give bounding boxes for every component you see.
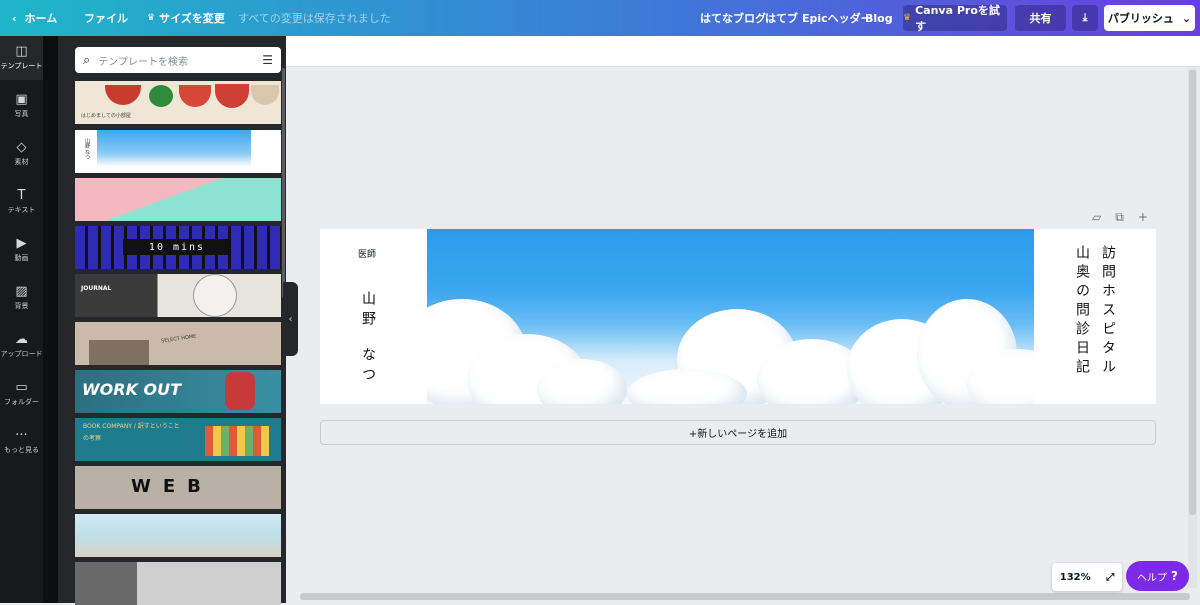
template-caption: BOOK COMPANY / 訳すということの考察 bbox=[83, 423, 180, 442]
sidebar-item-text[interactable]: T テキスト bbox=[0, 180, 43, 224]
top-bar: ‹ ホーム ファイル ♛ サイズを変更 すべての変更は保存されました はてなブロ… bbox=[0, 0, 1200, 36]
save-status: すべての変更は保存されました bbox=[238, 12, 391, 25]
template-thumbnail[interactable]: JOURNAL bbox=[75, 274, 281, 317]
sidebar-item-photos[interactable]: ▣ 写真 bbox=[0, 84, 43, 128]
template-thumbnail[interactable]: BOOK COMPANY / 訳すということの考察 bbox=[75, 418, 281, 461]
jars-image bbox=[89, 340, 149, 365]
design-title-main: 訪問ホスピタル bbox=[1100, 245, 1116, 378]
panel-scrollbar[interactable] bbox=[282, 68, 285, 298]
template-caption: WORK OUT bbox=[82, 380, 182, 399]
note-icon[interactable]: ▱ bbox=[1092, 210, 1101, 225]
template-thumbnail[interactable]: 10 mins bbox=[75, 226, 281, 269]
expand-icon[interactable]: ⤢ bbox=[1106, 572, 1114, 583]
background-icon: ▨ bbox=[15, 284, 28, 299]
download-icon: ⤓ bbox=[1082, 11, 1088, 24]
search-placeholder: テンプレートを検索 bbox=[98, 56, 188, 68]
editor-toolbar bbox=[286, 36, 1200, 67]
chevron-down-icon: ⌄ bbox=[1181, 11, 1192, 25]
search-input[interactable]: ⌕ テンプレートを検索 ☰ bbox=[75, 47, 281, 73]
text-icon: T bbox=[17, 188, 26, 203]
bowl-illustration bbox=[105, 85, 141, 105]
template-thumbnail[interactable] bbox=[75, 514, 281, 557]
template-caption: WEB bbox=[131, 476, 213, 497]
sidebar-item-folder[interactable]: ▭ フォルダー bbox=[0, 372, 43, 416]
sky-cloud-image bbox=[427, 229, 1034, 404]
duplicate-icon[interactable]: ⧉ bbox=[1115, 210, 1124, 225]
name-given: 山野 bbox=[360, 291, 376, 331]
runner-image bbox=[225, 372, 255, 410]
link-blog[interactable]: Blog bbox=[865, 0, 893, 36]
templates-icon: ◫ bbox=[15, 44, 28, 59]
template-caption: 山野 なつ bbox=[84, 138, 90, 160]
chevron-left-icon: ‹ bbox=[12, 11, 17, 25]
canva-pro-button[interactable]: ♛ Canva Proを試す bbox=[903, 4, 1007, 33]
template-thumbnail[interactable]: WORK OUT bbox=[75, 370, 281, 413]
file-menu[interactable]: ファイル bbox=[84, 0, 128, 36]
crown-icon: ♛ bbox=[903, 13, 912, 23]
bowl-illustration bbox=[149, 85, 173, 107]
template-thumbnail[interactable]: WEB bbox=[75, 466, 281, 509]
publish-button[interactable]: パブリッシュ ⌄ bbox=[1104, 5, 1195, 31]
elements-icon: ◇ bbox=[16, 140, 27, 155]
search-icon: ⌕ bbox=[83, 52, 91, 68]
folder-icon: ▭ bbox=[15, 380, 28, 395]
zoom-control[interactable]: 132% ⤢ bbox=[1052, 563, 1122, 591]
link-hatena-blog[interactable]: はてなブログ bbox=[700, 0, 766, 36]
rail-divider bbox=[43, 36, 58, 603]
sky-image bbox=[97, 130, 251, 173]
sidebar: ◫ テンプレート ▣ 写真 ◇ 素材 T テキスト ▶ 動画 ▨ 背景 ☁ アッ… bbox=[0, 36, 43, 603]
design-page[interactable]: 医師 山野 なつ 訪問ホスピタル 山奥の問診日記 bbox=[320, 229, 1156, 404]
crown-icon: ♛ bbox=[147, 13, 156, 23]
template-caption: SELECT HOME bbox=[160, 333, 197, 345]
template-thumbnail[interactable]: SELECT HOME bbox=[75, 322, 281, 365]
upload-icon: ☁ bbox=[15, 332, 28, 347]
canvas-horizontal-scrollbar[interactable] bbox=[300, 593, 1190, 600]
zoom-level[interactable]: 132% bbox=[1060, 572, 1091, 583]
sidebar-item-more[interactable]: ··· もっと見る bbox=[0, 420, 43, 464]
role-label: 医師 bbox=[358, 250, 377, 260]
sidebar-item-video[interactable]: ▶ 動画 bbox=[0, 228, 43, 272]
sidebar-item-upload[interactable]: ☁ アップロード bbox=[0, 324, 43, 368]
chevron-left-icon: ‹ bbox=[288, 313, 293, 325]
bowl-illustration bbox=[215, 84, 249, 108]
filter-icon[interactable]: ☰ bbox=[262, 53, 273, 67]
help-button[interactable]: ヘルプ ? bbox=[1126, 561, 1189, 591]
share-button[interactable]: 共有 bbox=[1015, 5, 1066, 31]
sidebar-item-background[interactable]: ▨ 背景 bbox=[0, 276, 43, 320]
template-caption: 10 mins bbox=[123, 239, 231, 255]
template-thumbnail[interactable]: はじめましての小部屋 bbox=[75, 81, 281, 124]
help-question-icon: ? bbox=[1171, 569, 1178, 583]
link-hatebu[interactable]: はてブ bbox=[765, 0, 798, 36]
add-page-icon[interactable]: + bbox=[1138, 210, 1148, 225]
globe-image bbox=[193, 274, 237, 317]
resize-button[interactable]: ♛ サイズを変更 bbox=[147, 0, 225, 36]
more-icon: ··· bbox=[15, 428, 28, 443]
name-family: なつ bbox=[360, 347, 376, 387]
templates-panel: ⌕ テンプレートを検索 ☰ はじめましての小部屋 山野 なつ 10 mins J… bbox=[58, 36, 286, 605]
design-title-sub: 山奥の問診日記 bbox=[1074, 245, 1090, 378]
scrollbar-thumb[interactable] bbox=[1189, 70, 1196, 515]
template-caption: JOURNAL bbox=[81, 285, 112, 292]
video-icon: ▶ bbox=[16, 236, 27, 251]
add-page-button[interactable]: +新しいページを追加 bbox=[320, 420, 1156, 445]
template-thumbnail[interactable] bbox=[75, 562, 281, 605]
download-button[interactable]: ⤓ bbox=[1072, 5, 1098, 31]
template-thumbnail[interactable]: 山野 なつ bbox=[75, 130, 281, 173]
bowl-illustration bbox=[179, 85, 211, 107]
template-thumbnail[interactable] bbox=[75, 178, 281, 221]
collapse-panel-button[interactable]: ‹ bbox=[283, 282, 298, 356]
sidebar-item-templates[interactable]: ◫ テンプレート bbox=[0, 36, 43, 80]
link-epic-header[interactable]: Epicヘッダー bbox=[802, 0, 872, 36]
photo-icon: ▣ bbox=[15, 92, 28, 107]
sidebar-item-elements[interactable]: ◇ 素材 bbox=[0, 132, 43, 176]
books-image bbox=[205, 426, 269, 456]
home-button[interactable]: ‹ ホーム bbox=[12, 0, 57, 36]
template-caption: はじめましての小部屋 bbox=[81, 113, 131, 119]
bowl-illustration bbox=[251, 85, 279, 105]
page-controls: ▱ ⧉ + bbox=[1092, 210, 1148, 225]
